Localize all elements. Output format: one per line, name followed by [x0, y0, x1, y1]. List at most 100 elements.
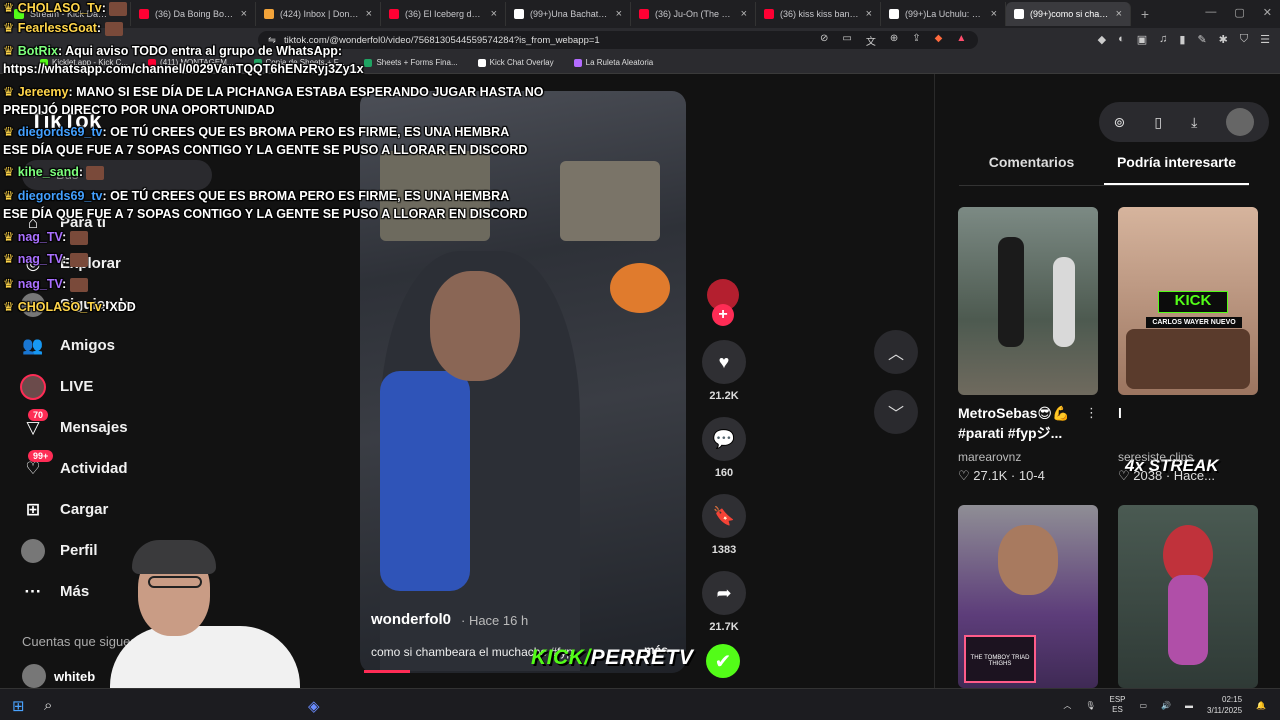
close-window-icon[interactable]: ✕ [1263, 6, 1272, 19]
browser-tab[interactable]: (36) El Iceberg de Minecra × [381, 2, 506, 26]
sidebar-item[interactable]: 👥 Amigos [20, 325, 270, 366]
minimize-icon[interactable]: — [1205, 6, 1216, 19]
next-video-button[interactable]: ﹀ [874, 390, 918, 434]
download-icon[interactable]: ⤓ [1191, 114, 1197, 131]
tab-close-icon[interactable]: × [741, 8, 747, 20]
tab-close-icon[interactable]: × [866, 8, 872, 20]
extension-icon[interactable]: ◆ [1098, 33, 1106, 46]
zoom-icon[interactable]: ⊕ [890, 33, 898, 48]
volume-icon[interactable]: 🔊 [1161, 701, 1171, 710]
video-player[interactable] [360, 91, 686, 673]
tab-podria-interesarte[interactable]: Podría interesarte [1104, 154, 1249, 185]
microphone-icon[interactable]: 🎙 [1085, 701, 1095, 710]
video-author[interactable]: wonderfol0 [371, 611, 451, 628]
friends-icon: 👥 [22, 335, 44, 355]
bookmark-item[interactable]: Kick Chat Overlay [477, 58, 554, 67]
vpn-shield-icon[interactable]: ⛉ [1240, 33, 1248, 46]
chat-badge-icon: ♛ [3, 165, 15, 179]
chat-badge-icon: ♛ [3, 85, 15, 99]
address-actions: ⊘ ▭ 文 ⊕ ⇪ ◆ ▲ [820, 33, 966, 48]
tab-comentarios[interactable]: Comentarios [959, 154, 1104, 185]
recommended-video-thumb[interactable] [958, 207, 1098, 395]
tab-close-icon[interactable]: × [491, 8, 497, 20]
browser-tab[interactable]: (36) kiss kiss ban bang - Y × [756, 2, 881, 26]
tab-close-icon[interactable]: × [366, 8, 372, 20]
like-button[interactable]: ♥ [702, 340, 746, 384]
browser-tab[interactable]: (99+)La Uchulu: Baile y Cu × [881, 2, 1006, 26]
new-tab-button[interactable]: + [1131, 6, 1159, 22]
device-icon[interactable]: ▯ [1154, 114, 1162, 131]
sidebar-item[interactable]: ▽ Mensajes 70 [20, 407, 270, 448]
video-progress-bar[interactable] [364, 670, 410, 673]
recommended-video-author[interactable]: seresiste.clips [1118, 450, 1193, 464]
chat-username: nag_TV [17, 230, 63, 244]
windows-start-icon[interactable]: ⊞ [12, 697, 25, 715]
previous-video-button[interactable]: ︿ [874, 330, 918, 374]
menu-icon[interactable]: ☰ [1260, 33, 1270, 46]
bookmark-button[interactable]: 🔖 [702, 494, 746, 538]
comment-button[interactable]: 💬 [702, 417, 746, 461]
language-indicator[interactable]: ESP ES [1109, 695, 1125, 715]
more-icon: ··· [24, 581, 42, 601]
extension-icon[interactable]: ◐ [1118, 33, 1125, 46]
reader-icon[interactable]: ⊘ [820, 33, 828, 48]
user-avatar[interactable] [1226, 108, 1255, 136]
video-frame-helmet [610, 263, 670, 313]
extensions-puzzle-icon[interactable]: ✱ [1219, 33, 1228, 46]
search-icon[interactable]: ⌕ [44, 697, 52, 714]
app-icon[interactable]: ◈ [308, 697, 320, 715]
notifications-icon[interactable]: 🔔 [1256, 701, 1266, 710]
tab-title: (99+)Una Bachata Más: Ag [530, 9, 610, 19]
bookmark-label: La Ruleta Aleatoria [585, 58, 654, 67]
more-options-icon[interactable]: ⋮ [1085, 405, 1098, 421]
browser-tab[interactable]: (36) Ju-On (The Grudge) - × [631, 2, 756, 26]
webcam-hair [132, 540, 216, 574]
tab-close-icon[interactable]: × [616, 8, 622, 20]
tab-close-icon[interactable]: × [1116, 8, 1122, 20]
bookmark-favicon-icon [573, 58, 582, 67]
extension-icons: ◆ ◐ ▣ ♫ ▮ ✎ ✱ ⛉ ☰ [1098, 33, 1270, 46]
battery-icon[interactable]: ▬ [1185, 701, 1193, 710]
cast-icon[interactable]: ▭ [842, 33, 851, 48]
rewards-icon[interactable]: ▲ [956, 33, 966, 48]
recommended-video-title[interactable]: MetroSebas😎💪 #parati #fypジ... [958, 403, 1088, 443]
recommended-video-thumb[interactable]: KICK CARLOS WAYER NUEVO [1118, 207, 1258, 395]
browser-tab[interactable]: (99+)como si chambe × [1006, 2, 1131, 26]
following-account[interactable]: whiteb [22, 664, 95, 688]
maximize-icon[interactable]: ▢ [1234, 6, 1244, 19]
clock[interactable]: 02:15 3/11/2025 [1207, 694, 1242, 716]
network-icon[interactable]: ▭ [1140, 701, 1148, 710]
sidebar-item[interactable]: ♡ Actividad 99+ [20, 448, 270, 489]
bookmark-item[interactable]: Sheets + Forms Fina... [364, 58, 458, 67]
sidebar-item[interactable]: ⊞ Cargar [20, 489, 270, 530]
recommended-video-thumb[interactable] [1118, 505, 1258, 688]
webcam-body [110, 626, 300, 696]
share-button[interactable]: ➦ [702, 571, 746, 615]
recommended-video-author[interactable]: marearovnz [958, 450, 1021, 464]
share-icon[interactable]: ⇪ [912, 33, 920, 48]
browser-tab[interactable]: (424) Inbox | Donoclip × [256, 2, 381, 26]
brand-name: PERRETV [590, 646, 694, 669]
browser-tab[interactable]: (36) Da Boing Boing Trak × [131, 2, 256, 26]
tab-close-icon[interactable]: × [991, 8, 997, 20]
sidebar-item[interactable]: LIVE [20, 366, 270, 407]
extension-icon[interactable]: ▣ [1137, 33, 1147, 46]
tray-chevron-icon[interactable]: ︿ [1063, 700, 1071, 711]
bookmark-item[interactable]: La Ruleta Aleatoria [573, 58, 654, 67]
recommended-video-title[interactable]: l [1118, 403, 1248, 423]
extension-icon[interactable]: ♫ [1159, 33, 1167, 46]
chat-emote-icon [104, 21, 123, 36]
bookmark-label: Kick Chat Overlay [489, 58, 554, 67]
brave-shield-icon[interactable]: ◆ [935, 33, 943, 48]
translate-icon[interactable]: 文 [866, 33, 876, 48]
share-count: 21.7K [709, 621, 739, 633]
extension-icon[interactable]: ✎ [1197, 33, 1206, 46]
recommended-video-thumb[interactable]: THE TOMBOY TRIAD THIGHS [958, 505, 1098, 688]
follow-creator-button[interactable]: + [712, 304, 734, 326]
live-avatar-icon [20, 373, 46, 400]
browser-tab[interactable]: (99+)Una Bachata Más: Ag × [506, 2, 631, 26]
sidebar-icon[interactable]: ▮ [1179, 33, 1185, 46]
webcam-glasses [148, 576, 202, 588]
coin-icon[interactable]: ⊚ [1114, 114, 1126, 131]
tab-close-icon[interactable]: × [241, 8, 247, 20]
